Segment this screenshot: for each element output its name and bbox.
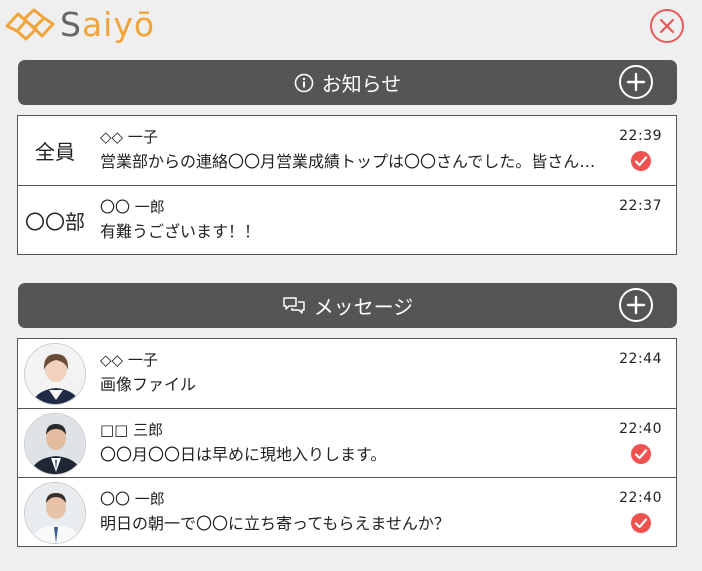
notices-title-label: お知らせ	[321, 72, 402, 96]
notice-text: 営業部からの連絡〇〇月営業成績トップは〇〇さんでした。皆さん…	[100, 152, 596, 171]
notice-time: 22:37	[619, 198, 662, 214]
notice-sender: ◇◇ 一子	[100, 128, 158, 146]
message-row[interactable]: □□ 三郎 〇〇月〇〇日は早めに現地入りします。 22:40	[18, 408, 676, 477]
notice-row[interactable]: 全員 ◇◇ 一子 営業部からの連絡〇〇月営業成績トップは〇〇さんでした。皆さん……	[18, 116, 676, 185]
message-time: 22:40	[619, 421, 662, 437]
message-row[interactable]: ◇◇ 一子 画像ファイル 22:44	[18, 339, 676, 408]
messages-header: メッセージ	[18, 283, 677, 328]
message-time: 22:44	[619, 351, 662, 367]
info-icon	[294, 73, 313, 92]
logo: Saiyō	[4, 4, 155, 46]
plus-icon	[626, 72, 646, 92]
plus-icon	[626, 295, 646, 315]
woman-photo-icon	[25, 344, 85, 404]
notices-list: 全員 ◇◇ 一子 営業部からの連絡〇〇月営業成績トップは〇〇さんでした。皆さん……	[17, 115, 677, 255]
messages-title: メッセージ	[282, 291, 414, 320]
notice-text: 有難うございます！！	[100, 222, 261, 241]
notice-row[interactable]: 〇〇部 〇〇 一郎 有難うございます！！ 22:37	[18, 185, 676, 254]
message-text: 画像ファイル	[100, 375, 197, 394]
logo-mark-icon	[5, 8, 55, 41]
notices-title: お知らせ	[294, 68, 402, 97]
notice-sender: 〇〇 一郎	[100, 198, 165, 216]
avatar	[24, 482, 86, 544]
add-notice-button[interactable]	[619, 65, 653, 99]
man-suit-photo-icon	[25, 414, 85, 474]
message-text: 明日の朝一で〇〇に立ち寄ってもらえませんか？	[100, 514, 450, 533]
notice-time: 22:39	[619, 128, 662, 144]
messages-title-label: メッセージ	[313, 295, 414, 319]
notice-group: 〇〇部	[25, 209, 85, 234]
avatar	[24, 413, 86, 475]
message-sender: ◇◇ 一子	[100, 351, 158, 369]
avatar	[24, 343, 86, 405]
close-button[interactable]	[650, 9, 684, 43]
messages-list: ◇◇ 一子 画像ファイル 22:44 □□ 三郎 〇〇月〇〇日は早めに現地入りし…	[17, 338, 677, 547]
message-sender: □□ 三郎	[100, 421, 164, 439]
chat-icon	[282, 296, 305, 314]
read-check-icon	[631, 444, 651, 464]
read-check-icon	[631, 151, 651, 171]
app-window: Saiyō お知らせ 全員 ◇◇ 一子 営業部からの連絡〇〇月営業成績トップは〇	[0, 0, 702, 571]
read-check-icon	[631, 513, 651, 533]
message-row[interactable]: 〇〇 一郎 明日の朝一で〇〇に立ち寄ってもらえませんか？ 22:40	[18, 477, 676, 546]
logo-text: Saiyō	[60, 5, 156, 44]
notice-group: 全員	[35, 140, 75, 164]
man-shirt-photo-icon	[25, 483, 85, 543]
message-text: 〇〇月〇〇日は早めに現地入りします。	[100, 445, 387, 464]
message-sender: 〇〇 一郎	[100, 490, 165, 508]
message-time: 22:40	[619, 490, 662, 506]
notices-header: お知らせ	[18, 60, 677, 105]
add-message-button[interactable]	[619, 288, 653, 322]
close-icon	[659, 18, 675, 34]
